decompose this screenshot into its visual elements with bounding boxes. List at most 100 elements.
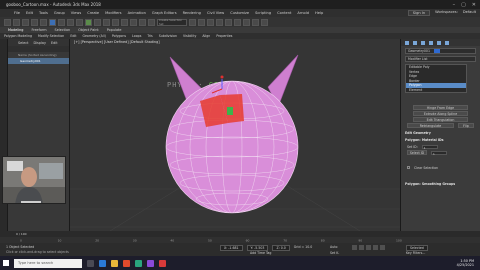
- utilities-tab-icon[interactable]: [445, 40, 449, 45]
- taskbar-search[interactable]: Type here to search: [14, 258, 82, 268]
- layer-explorer-icon[interactable]: [207, 18, 214, 26]
- workspace-dropdown[interactable]: Default: [463, 10, 476, 16]
- redo-icon[interactable]: [13, 18, 20, 26]
- object-color-swatch[interactable]: [433, 49, 440, 53]
- schematic-view-icon[interactable]: [225, 18, 232, 26]
- set-key-button[interactable]: Set K.: [330, 251, 339, 255]
- chrome-icon[interactable]: [123, 259, 130, 267]
- move-icon[interactable]: [85, 18, 92, 26]
- tab-modeling[interactable]: Modeling: [8, 28, 23, 32]
- scale-icon[interactable]: [103, 18, 110, 26]
- menu-arnold[interactable]: Arnold: [297, 11, 309, 15]
- explorer-menu-display[interactable]: Display: [33, 41, 46, 45]
- render-frame-icon[interactable]: [252, 18, 259, 26]
- file-explorer-icon[interactable]: [111, 259, 118, 267]
- x-coordinate[interactable]: X: -1.681: [220, 245, 243, 251]
- menu-tools[interactable]: Tools: [39, 11, 48, 15]
- window-crossing-icon[interactable]: [76, 18, 83, 26]
- auto-key-button[interactable]: Auto: [330, 245, 337, 249]
- extrude-along-spline-button[interactable]: Extrude Along Spline: [413, 111, 468, 116]
- panel-polygons[interactable]: Polygons: [112, 34, 126, 38]
- panel-edit[interactable]: Edit: [70, 34, 76, 38]
- menu-help[interactable]: Help: [315, 11, 323, 15]
- menu-content[interactable]: Content: [277, 11, 291, 15]
- select-id-spinner[interactable]: 1: [431, 150, 447, 156]
- menu-scripting[interactable]: Scripting: [255, 11, 271, 15]
- sign-in-button[interactable]: Sign In: [407, 10, 431, 16]
- key-filters-button[interactable]: Key Filters...: [406, 251, 425, 255]
- display-tab-icon[interactable]: [437, 40, 441, 45]
- panel-visibility[interactable]: Visibility: [183, 34, 196, 38]
- tab-freeform[interactable]: Freeform: [31, 28, 46, 32]
- menu-animation[interactable]: Animation: [128, 11, 146, 15]
- menu-views[interactable]: Views: [71, 11, 81, 15]
- unlink-icon[interactable]: [31, 18, 38, 26]
- mirror-icon[interactable]: [189, 18, 196, 26]
- material-editor-icon[interactable]: [234, 18, 241, 26]
- edge-icon[interactable]: [99, 259, 106, 267]
- tab-selection[interactable]: Selection: [55, 28, 71, 32]
- rollout-material-ids[interactable]: Polygon: Material IDs: [405, 137, 476, 142]
- rollout-smoothing-groups[interactable]: Polygon: Smoothing Groups: [405, 181, 476, 186]
- z-coordinate[interactable]: Z: 0.0: [272, 245, 290, 251]
- goto-end-icon[interactable]: [380, 245, 385, 250]
- explorer-menu-edit[interactable]: Edit: [51, 41, 58, 45]
- flip-button[interactable]: Flip: [458, 123, 474, 128]
- panel-geometry-all[interactable]: Geometry (All): [83, 34, 106, 38]
- modify-tab-icon[interactable]: [413, 40, 417, 45]
- menu-customize[interactable]: Customize: [230, 11, 249, 15]
- hinge-from-edge-button[interactable]: Hinge From Edge: [413, 105, 468, 110]
- play-icon[interactable]: [366, 245, 371, 250]
- menu-create[interactable]: Create: [87, 11, 99, 15]
- maximize-button[interactable]: ▢: [461, 2, 466, 8]
- motion-tab-icon[interactable]: [429, 40, 433, 45]
- panel-modify-selection[interactable]: Modify Selection: [38, 34, 64, 38]
- start-button[interactable]: [0, 256, 12, 270]
- snap-icon[interactable]: [130, 18, 137, 26]
- perspective-viewport[interactable]: [+] [Perspective] [User Defined] [Defaul…: [70, 39, 400, 231]
- menu-file[interactable]: File: [14, 11, 20, 15]
- panel-properties[interactable]: Properties: [216, 34, 232, 38]
- panel-loops[interactable]: Loops: [132, 34, 141, 38]
- minimize-button[interactable]: –: [453, 2, 456, 8]
- explorer-row-geometry001[interactable]: Geometry001: [8, 58, 69, 64]
- link-icon[interactable]: [22, 18, 29, 26]
- bind-icon[interactable]: [40, 18, 47, 26]
- menu-civil-view[interactable]: Civil View: [207, 11, 224, 15]
- create-tab-icon[interactable]: [405, 40, 409, 45]
- curve-editor-icon[interactable]: [216, 18, 223, 26]
- clear-selection-checkbox[interactable]: [407, 166, 410, 169]
- undo-icon[interactable]: [4, 18, 11, 26]
- rollout-edit-geometry[interactable]: Edit Geometry: [405, 130, 476, 135]
- panel-align[interactable]: Align: [202, 34, 210, 38]
- render-icon[interactable]: [261, 18, 268, 26]
- panel-polygon-modeling[interactable]: Polygon Modeling: [4, 34, 32, 38]
- select-object-icon[interactable]: [49, 18, 56, 26]
- angle-snap-icon[interactable]: [139, 18, 146, 26]
- pivot-icon[interactable]: [121, 18, 128, 26]
- system-clock[interactable]: 1:50 PM 4/25/2021: [457, 259, 474, 267]
- hierarchy-tab-icon[interactable]: [421, 40, 425, 45]
- previous-frame-icon[interactable]: [359, 245, 364, 250]
- menu-rendering[interactable]: Rendering: [183, 11, 201, 15]
- panel-subdivision[interactable]: Subdivision: [159, 34, 177, 38]
- select-by-name-icon[interactable]: [58, 18, 65, 26]
- object-name-field[interactable]: Geometry001: [405, 48, 476, 54]
- set-id-spinner[interactable]: 1: [421, 144, 438, 150]
- selection-set-field[interactable]: Create Selection Set: [157, 18, 187, 26]
- close-button[interactable]: ✕: [472, 2, 476, 8]
- menu-modifiers[interactable]: Modifiers: [105, 11, 121, 15]
- menu-edit[interactable]: Edit: [26, 11, 33, 15]
- edit-triangulation-button[interactable]: Edit Triangulation: [413, 117, 468, 122]
- menu-graph-editors[interactable]: Graph Editors: [152, 11, 177, 15]
- align-icon[interactable]: [198, 18, 205, 26]
- next-frame-icon[interactable]: [373, 245, 378, 250]
- stack-item-element[interactable]: Element: [406, 88, 466, 93]
- select-id-button[interactable]: Select ID: [407, 150, 427, 155]
- add-time-tag[interactable]: Add Time Tag: [250, 251, 271, 255]
- render-setup-icon[interactable]: [243, 18, 250, 26]
- app-store-icon[interactable]: [147, 259, 154, 267]
- rotate-icon[interactable]: [94, 18, 101, 26]
- goto-start-icon[interactable]: [352, 245, 357, 250]
- modifier-list-dropdown[interactable]: Modifier List: [405, 56, 476, 62]
